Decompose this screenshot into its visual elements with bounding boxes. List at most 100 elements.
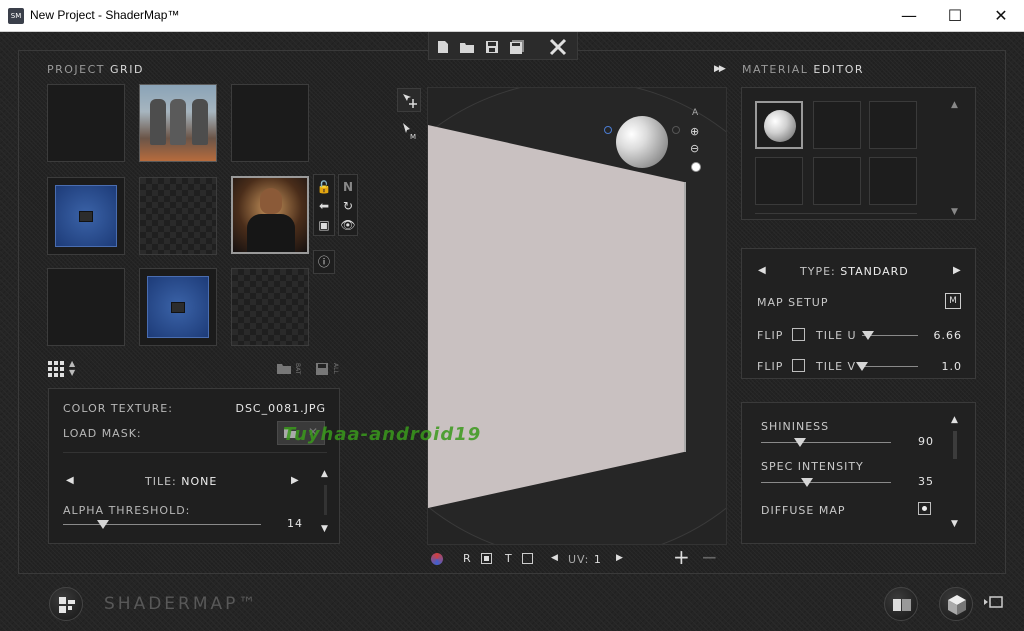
normal-map-icon[interactable]: N [339, 178, 357, 196]
props-scroll-up[interactable]: ▲ [951, 415, 958, 425]
new-file-icon[interactable] [437, 40, 449, 54]
eye-icon[interactable]: 👁 [339, 216, 357, 234]
translate-checkbox[interactable] [522, 553, 533, 564]
save-all-grid-icon[interactable] [315, 362, 329, 376]
menu-button[interactable] [49, 587, 83, 621]
brand-logo-text: SHADERMAP™ [104, 594, 259, 614]
material-slot-empty[interactable] [755, 157, 803, 205]
remove-light-icon[interactable]: ⊖ [690, 142, 699, 155]
shininess-track[interactable] [761, 442, 891, 443]
light-handle-right[interactable] [672, 126, 680, 134]
panel-scrollbar[interactable] [324, 485, 327, 515]
layout-button[interactable] [884, 587, 918, 621]
folder-batch-icon[interactable] [276, 362, 292, 375]
material-slots-overflow [755, 213, 917, 217]
map-setup-icon[interactable]: M [945, 293, 961, 309]
zoom-in-button[interactable]: + [673, 545, 690, 569]
material-slot-empty[interactable] [869, 157, 917, 205]
tile-prev-arrow[interactable]: ◀ [66, 475, 74, 486]
window-title: New Project - ShaderMap™ [30, 8, 180, 22]
plane-mesh [428, 125, 686, 508]
flip-u-checkbox[interactable] [792, 328, 805, 341]
flip-v-checkbox[interactable] [792, 359, 805, 372]
top-toolbar [428, 32, 578, 60]
windows-grid-icon [59, 597, 75, 613]
material-scroll-down[interactable]: ▼ [951, 207, 958, 217]
collapse-arrows-icon[interactable]: ▶▶ [714, 64, 726, 74]
grid-slot-transparent[interactable] [231, 268, 309, 346]
tile-label: TILE: NONE [145, 475, 218, 488]
panel-scroll-down[interactable]: ▼ [321, 524, 328, 534]
material-slot-empty[interactable] [813, 157, 861, 205]
app-area: PROJECT GRID 🔓 ⬅ ▣ ⓘ N ↻ 👁 ▲ ▼ BAT ALL CO… [0, 32, 1024, 631]
shininess-value: 90 [918, 435, 934, 448]
arrow-left-icon[interactable]: ⬅ [315, 197, 333, 215]
tile-v-track[interactable] [862, 366, 918, 367]
cube-icon [948, 595, 966, 615]
alpha-threshold-thumb[interactable] [96, 520, 109, 529]
save-icon[interactable] [485, 40, 499, 54]
light-color-icon[interactable] [691, 162, 701, 172]
props-scroll-down[interactable]: ▼ [951, 519, 958, 529]
panel-scroll-up[interactable]: ▲ [321, 469, 328, 479]
diffuse-map-checkbox[interactable] [918, 502, 931, 515]
info-icon[interactable]: ⓘ [315, 253, 333, 271]
grid-slot-empty[interactable] [47, 84, 125, 162]
refresh-icon[interactable]: ↻ [339, 197, 357, 215]
tile-v-thumb[interactable] [856, 362, 868, 371]
props-scrollbar[interactable] [953, 431, 957, 459]
material-slot-selected[interactable] [755, 101, 803, 149]
3d-view-button[interactable] [939, 587, 973, 621]
light-handle-left[interactable] [604, 126, 612, 134]
tile-u-thumb[interactable] [861, 331, 874, 340]
unlock-icon[interactable]: 🔓 [315, 178, 333, 196]
material-sphere-preview [764, 110, 796, 142]
save-all-icon[interactable] [509, 39, 525, 55]
material-slots-panel: ▲ ▼ [741, 87, 976, 220]
grid-scroll-arrows[interactable]: ▲ ▼ [69, 359, 75, 377]
add-light-icon[interactable]: ⊕ [690, 125, 699, 138]
minimize-button[interactable]: — [886, 0, 932, 32]
tools-icon[interactable] [549, 38, 567, 56]
zoom-out-button[interactable]: − [701, 545, 718, 569]
grid-slot-empty[interactable] [47, 268, 125, 346]
alpha-threshold-track[interactable] [63, 524, 261, 525]
tile-next-arrow[interactable]: ▶ [291, 475, 299, 486]
material-scroll-up[interactable]: ▲ [951, 100, 958, 110]
grid-slot-image[interactable] [139, 84, 217, 162]
spec-intensity-track[interactable] [761, 482, 891, 483]
3d-viewport[interactable]: A ⊕ ⊖ [427, 87, 727, 545]
slot-info-panel: ⓘ [313, 250, 335, 274]
maximize-button[interactable]: ☐ [932, 0, 978, 32]
fullscreen-icon[interactable] [983, 595, 1003, 609]
spec-intensity-thumb[interactable] [800, 478, 813, 487]
shininess-thumb[interactable] [794, 438, 806, 447]
save-icon[interactable]: ▣ [315, 216, 333, 234]
material-slot-empty[interactable] [813, 101, 861, 149]
material-preview-icon[interactable] [431, 553, 443, 565]
title-bar: SM New Project - ShaderMap™ — ☐ ✕ [0, 0, 1024, 32]
grid-view-icon[interactable] [48, 361, 64, 377]
type-next-arrow[interactable]: ▶ [953, 265, 961, 276]
type-prev-arrow[interactable]: ◀ [758, 265, 766, 276]
folder-open-icon[interactable] [459, 41, 475, 54]
color-texture-label: COLOR TEXTURE: [63, 402, 173, 415]
cursor-map-icon[interactable]: M [401, 122, 419, 140]
grid-slot-empty[interactable] [231, 84, 309, 162]
material-slot-empty[interactable] [869, 101, 917, 149]
shininess-label: SHININESS [761, 420, 830, 433]
tile-v-label: TILE V [816, 360, 857, 373]
grid-slot-selected-image[interactable] [231, 176, 309, 254]
select-move-tool[interactable] [397, 88, 421, 112]
uv-prev-arrow[interactable]: ◀ [551, 553, 558, 563]
light-sphere[interactable] [616, 116, 668, 168]
uv-next-arrow[interactable]: ▶ [616, 553, 623, 563]
uv-label: UV: 1 [568, 553, 602, 566]
slot-actions-panel: 🔓 ⬅ ▣ [313, 174, 335, 236]
rotate-checkbox[interactable] [481, 553, 492, 564]
grid-slot-map[interactable] [139, 268, 217, 346]
close-button[interactable]: ✕ [978, 0, 1024, 32]
app-icon: SM [8, 8, 24, 24]
grid-slot-map[interactable] [47, 177, 125, 255]
grid-slot-transparent[interactable] [139, 177, 217, 255]
